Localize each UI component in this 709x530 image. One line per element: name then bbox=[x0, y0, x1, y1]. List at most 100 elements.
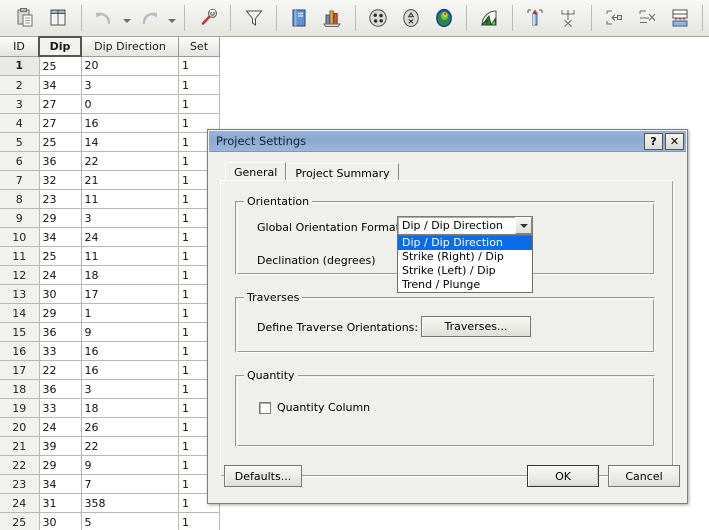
table-cell[interactable]: 29 bbox=[39, 455, 82, 475]
dropdown-option[interactable]: Strike (Right) / Dip bbox=[398, 250, 532, 264]
table-cell[interactable]: 25 bbox=[39, 56, 82, 76]
row-id-cell[interactable]: 21 bbox=[0, 436, 40, 456]
table-cell[interactable]: 25 bbox=[39, 132, 82, 152]
insert-row-icon[interactable] bbox=[599, 2, 630, 34]
table-cell[interactable]: 33 bbox=[39, 341, 82, 361]
table-row[interactable]: 11 25 11 1 bbox=[0, 246, 220, 266]
table-row[interactable]: 15 36 9 1 bbox=[0, 322, 220, 342]
row-id-cell[interactable]: 11 bbox=[0, 246, 40, 266]
row-id-cell[interactable]: 23 bbox=[0, 474, 40, 494]
row-id-cell[interactable]: 4 bbox=[0, 113, 40, 133]
table-row[interactable]: 16 33 16 1 bbox=[0, 341, 220, 361]
table-cell[interactable]: 27 bbox=[39, 113, 82, 133]
append-rows-icon[interactable] bbox=[664, 2, 695, 34]
row-id-cell[interactable]: 19 bbox=[0, 398, 40, 418]
contour-sphere-icon[interactable] bbox=[428, 2, 459, 34]
table-row[interactable]: 13 30 17 1 bbox=[0, 284, 220, 304]
global-orientation-format-dropdown[interactable]: Dip / Dip Direction Strike (Right) / Dip S… bbox=[397, 235, 533, 293]
table-cell[interactable]: 16 bbox=[81, 360, 179, 380]
help-icon[interactable]: ? bbox=[644, 132, 663, 150]
table-cell[interactable]: 358 bbox=[81, 493, 179, 513]
table-row[interactable]: 19 33 18 1 bbox=[0, 398, 220, 418]
row-id-cell[interactable]: 1 bbox=[0, 56, 40, 76]
table-cell[interactable]: 34 bbox=[39, 75, 82, 95]
dropdown-option[interactable]: Strike (Left) / Dip bbox=[398, 264, 532, 278]
table-cell[interactable]: 22 bbox=[81, 436, 179, 456]
delete-row-icon[interactable] bbox=[631, 2, 662, 34]
table-cell[interactable]: 34 bbox=[39, 227, 82, 247]
table-cell[interactable]: 0 bbox=[81, 94, 179, 114]
table-cell[interactable]: 3 bbox=[81, 379, 179, 399]
table-cell[interactable]: 21 bbox=[81, 170, 179, 190]
filter-funnel-icon[interactable] bbox=[238, 2, 269, 34]
quantity-column-checkbox-row[interactable]: Quantity Column bbox=[259, 401, 370, 414]
table-cell[interactable]: 1 bbox=[178, 94, 220, 114]
undo-icon[interactable] bbox=[89, 2, 120, 34]
rosette-icon[interactable] bbox=[474, 2, 505, 34]
table-cell[interactable]: 18 bbox=[81, 265, 179, 285]
symbolic-plot-icon[interactable] bbox=[395, 2, 426, 34]
add-column-icon[interactable] bbox=[520, 2, 551, 34]
table-cell[interactable]: 29 bbox=[39, 303, 82, 323]
table-cell[interactable]: 1 bbox=[178, 56, 220, 76]
row-id-cell[interactable]: 17 bbox=[0, 360, 40, 380]
table-row[interactable]: 3 27 0 1 bbox=[0, 94, 220, 114]
table-cell[interactable]: 7 bbox=[81, 474, 179, 494]
table-cell[interactable]: 3 bbox=[81, 75, 179, 95]
table-row[interactable]: 10 34 24 1 bbox=[0, 227, 220, 247]
row-id-cell[interactable]: 3 bbox=[0, 94, 40, 114]
redo-icon[interactable] bbox=[134, 2, 165, 34]
dialog-title-bar[interactable]: Project Settings ? ✕ bbox=[209, 131, 686, 152]
table-row[interactable]: 24 31 358 1 bbox=[0, 493, 220, 513]
table-row[interactable]: 2 34 3 1 bbox=[0, 75, 220, 95]
table-cell[interactable]: 3 bbox=[81, 208, 179, 228]
global-orientation-format-combo[interactable]: Dip / Dip Direction bbox=[397, 216, 533, 235]
table-cell[interactable]: 18 bbox=[81, 398, 179, 418]
table-cell[interactable]: 36 bbox=[39, 151, 82, 171]
row-id-cell[interactable]: 8 bbox=[0, 189, 40, 209]
row-id-cell[interactable]: 2 bbox=[0, 75, 40, 95]
row-id-cell[interactable]: 9 bbox=[0, 208, 40, 228]
table-cell[interactable]: 36 bbox=[39, 322, 82, 342]
table-cell[interactable]: 32 bbox=[39, 170, 82, 190]
row-id-cell[interactable]: 12 bbox=[0, 265, 40, 285]
table-cell[interactable]: 31 bbox=[39, 493, 82, 513]
table-cell[interactable]: 11 bbox=[81, 189, 179, 209]
table-cell[interactable]: 1 bbox=[178, 75, 220, 95]
table-row[interactable]: 4 27 16 1 bbox=[0, 113, 220, 133]
table-cell[interactable]: 34 bbox=[39, 474, 82, 494]
table-row[interactable]: 7 32 21 1 bbox=[0, 170, 220, 190]
delete-column-icon[interactable] bbox=[553, 2, 584, 34]
table-cell[interactable]: 9 bbox=[81, 455, 179, 475]
table-cell[interactable]: 16 bbox=[81, 113, 179, 133]
close-icon[interactable]: ✕ bbox=[665, 132, 684, 150]
cancel-button[interactable]: Cancel bbox=[608, 465, 680, 487]
defaults-button[interactable]: Defaults... bbox=[224, 465, 302, 487]
table-cell[interactable]: 24 bbox=[39, 417, 82, 437]
table-cell[interactable]: 16 bbox=[81, 341, 179, 361]
row-id-cell[interactable]: 14 bbox=[0, 303, 40, 323]
row-id-cell[interactable]: 20 bbox=[0, 417, 40, 437]
data-grid[interactable]: ID Dip Dip Direction Set 1 25 20 1 2 34 3 1 3 27 0… bbox=[0, 36, 220, 530]
wrench-icon[interactable] bbox=[192, 2, 223, 34]
table-cell[interactable]: 26 bbox=[81, 417, 179, 437]
column-header-dip-direction[interactable]: Dip Direction bbox=[81, 37, 179, 57]
chevron-down-icon[interactable] bbox=[515, 217, 532, 234]
table-row[interactable]: 12 24 18 1 bbox=[0, 265, 220, 285]
tab-general[interactable]: General bbox=[225, 162, 287, 182]
row-id-cell[interactable]: 6 bbox=[0, 151, 40, 171]
table-row[interactable]: 22 29 9 1 bbox=[0, 455, 220, 475]
row-id-cell[interactable]: 25 bbox=[0, 512, 40, 530]
row-id-cell[interactable]: 5 bbox=[0, 132, 40, 152]
table-cell[interactable]: 30 bbox=[39, 284, 82, 304]
table-cell[interactable]: 11 bbox=[81, 246, 179, 266]
undo-dropdown-arrow-icon[interactable] bbox=[120, 3, 133, 33]
table-cell[interactable]: 30 bbox=[39, 512, 82, 530]
book-icon[interactable] bbox=[284, 2, 315, 34]
row-id-cell[interactable]: 24 bbox=[0, 493, 40, 513]
table-row[interactable]: 14 29 1 1 bbox=[0, 303, 220, 323]
column-header-id[interactable]: ID bbox=[0, 37, 40, 57]
table-cell[interactable]: 20 bbox=[81, 56, 179, 76]
table-cell[interactable]: 5 bbox=[81, 512, 179, 530]
table-cell[interactable]: 17 bbox=[81, 284, 179, 304]
